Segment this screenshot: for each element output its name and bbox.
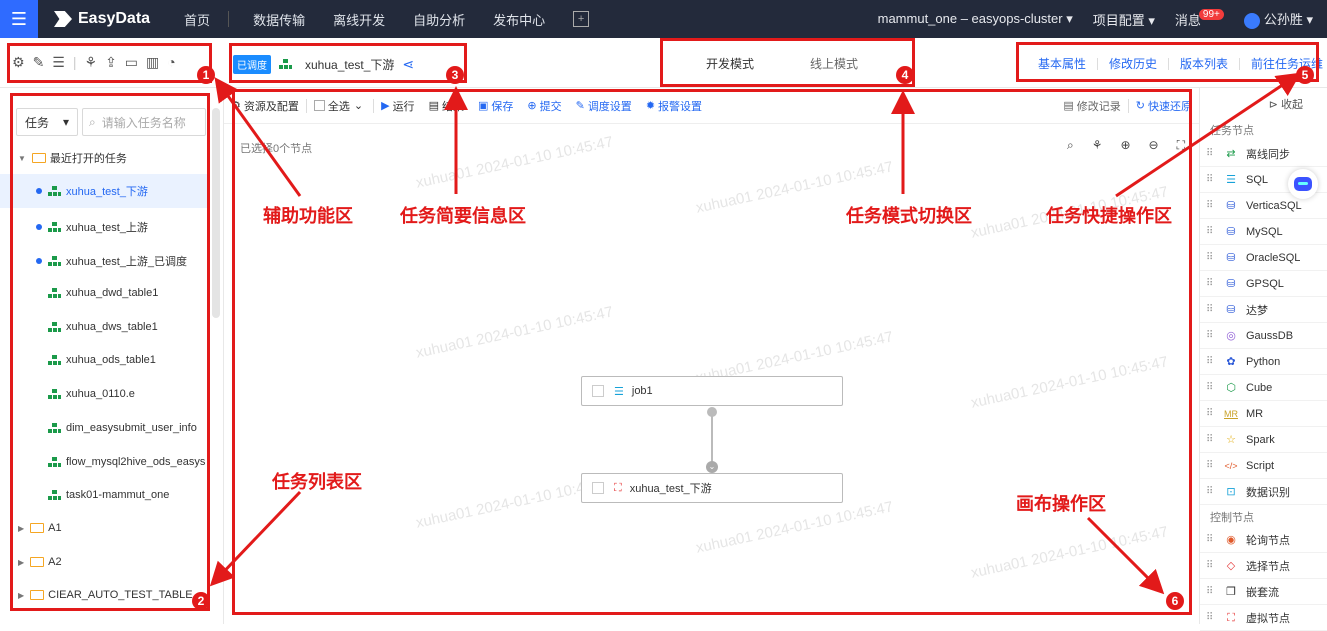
avatar bbox=[1243, 12, 1260, 29]
data-identify-icon: ⊡ bbox=[1226, 485, 1236, 498]
node-palette: ⊳ 收起 任务节点 ⠿ ⇄ 离线同步 ⠿ ☰ SQL ⠿ ⛁ VerticaSQL ⠿ ⛁ My… bbox=[1199, 88, 1327, 631]
annotation-label-aux: 辅助功能区 bbox=[263, 206, 353, 226]
sync-icon: ⇄ bbox=[1226, 147, 1236, 160]
annotation-label-list: 任务列表区 bbox=[272, 472, 362, 492]
palette-item[interactable]: ⠿ ⬡ Cube bbox=[1200, 375, 1327, 401]
nav-items: 首页 数据传输 离线开发 自助分析 发布中心 + bbox=[170, 10, 590, 29]
palette-item[interactable]: ⠿ ⛶ 虚拟节点 bbox=[1200, 605, 1327, 631]
annotation-box-4 bbox=[660, 38, 915, 87]
palette-item[interactable]: ⠿ ❐ 嵌套流 bbox=[1200, 579, 1327, 605]
nav-right: mammut_one – easyops-cluster ▾ 项目配置 ▾ 消息… bbox=[878, 0, 1313, 38]
annotation-number-5: 5 bbox=[1296, 66, 1314, 84]
cluster-selector[interactable]: mammut_one – easyops-cluster ▾ bbox=[878, 11, 1073, 27]
nav-self-analysis[interactable]: 自助分析 bbox=[399, 10, 479, 29]
choice-icon: ◇ bbox=[1226, 559, 1236, 572]
message-count-badge: 99+ bbox=[1198, 8, 1224, 20]
top-navigation-bar: ☰ EasyData 首页 数据传输 离线开发 自助分析 发布中心 + mamm… bbox=[0, 0, 1327, 38]
messages-menu[interactable]: 消息 99+ bbox=[1175, 8, 1224, 29]
palette-item[interactable]: ⠿ ◇ 选择节点 bbox=[1200, 553, 1327, 579]
palette-item[interactable]: ⠿ ◉ 轮询节点 bbox=[1200, 527, 1327, 553]
palette-item[interactable]: ⠿ ⛁ MySQL bbox=[1200, 219, 1327, 245]
logo[interactable]: EasyData bbox=[54, 10, 150, 28]
nav-home[interactable]: 首页 bbox=[170, 10, 224, 29]
palette-item[interactable]: ⠿ ⇄ 离线同步 bbox=[1200, 141, 1327, 167]
annotation-label-info: 任务简要信息区 bbox=[400, 206, 526, 226]
cube-icon: ⬡ bbox=[1226, 381, 1236, 394]
nav-data-transfer[interactable]: 数据传输 bbox=[239, 10, 319, 29]
script-icon: </> bbox=[1224, 460, 1238, 471]
task-nodes-title: 任务节点 bbox=[1210, 125, 1254, 137]
annotation-label-canvas: 画布操作区 bbox=[1016, 494, 1106, 514]
polling-icon: ◉ bbox=[1226, 533, 1236, 546]
collapse-button[interactable]: ⊳ 收起 bbox=[1269, 96, 1303, 112]
scrollbar[interactable] bbox=[212, 108, 220, 318]
nav-offline-dev[interactable]: 离线开发 bbox=[319, 10, 399, 29]
virtual-node-icon: ⛶ bbox=[1227, 611, 1235, 624]
annotation-label-quick: 任务快捷操作区 bbox=[1046, 206, 1172, 226]
gaussdb-icon: ◎ bbox=[1226, 329, 1236, 342]
logo-mark-icon bbox=[54, 11, 72, 27]
annotation-number-2: 2 bbox=[192, 592, 210, 610]
user-menu[interactable]: 公孙胜 ▾ bbox=[1243, 9, 1313, 29]
add-tab-icon[interactable]: + bbox=[573, 11, 590, 27]
palette-item[interactable]: ⠿ ◎ GaussDB bbox=[1200, 323, 1327, 349]
palette-item[interactable]: ⠿ </> Script bbox=[1200, 453, 1327, 479]
palette-item[interactable]: ⠿ ⊡ 数据识别 bbox=[1200, 479, 1327, 505]
palette-item[interactable]: ⠿ ⛁ 达梦 bbox=[1200, 297, 1327, 323]
annotation-box-3 bbox=[229, 43, 467, 83]
annotation-box-1 bbox=[7, 43, 212, 83]
annotation-number-3: 3 bbox=[446, 66, 464, 84]
assistant-robot-icon[interactable] bbox=[1288, 169, 1318, 199]
database-icon: ⛁ bbox=[1226, 277, 1236, 290]
nested-flow-icon: ❐ bbox=[1226, 585, 1236, 598]
sql-icon: ☰ bbox=[1226, 173, 1236, 186]
mr-icon: MR bbox=[1224, 408, 1238, 419]
annotation-number-4: 4 bbox=[896, 66, 914, 84]
spark-icon: ☆ bbox=[1226, 433, 1236, 446]
nav-publish[interactable]: 发布中心 bbox=[479, 10, 559, 29]
database-icon: ⛁ bbox=[1226, 303, 1236, 316]
menu-icon[interactable]: ☰ bbox=[0, 0, 38, 38]
annotation-number-6: 6 bbox=[1166, 592, 1184, 610]
python-icon: ✿ bbox=[1226, 355, 1236, 368]
annotation-label-mode: 任务模式切换区 bbox=[846, 206, 972, 226]
project-config-menu[interactable]: 项目配置 ▾ bbox=[1093, 10, 1155, 29]
palette-item[interactable]: ⠿ ☆ Spark bbox=[1200, 427, 1327, 453]
palette-item[interactable]: ⠿ ⛁ OracleSQL bbox=[1200, 245, 1327, 271]
palette-item[interactable]: ⠿ MR MR bbox=[1200, 401, 1327, 427]
database-icon: ⛁ bbox=[1226, 251, 1236, 264]
annotation-box-2 bbox=[10, 93, 210, 611]
annotation-number-1: 1 bbox=[197, 66, 215, 84]
control-nodes-title: 控制节点 bbox=[1210, 512, 1254, 524]
annotation-box-6 bbox=[232, 89, 1192, 615]
database-icon: ⛁ bbox=[1226, 199, 1236, 212]
palette-item[interactable]: ⠿ ⛁ GPSQL bbox=[1200, 271, 1327, 297]
palette-item[interactable]: ⠿ ✿ Python bbox=[1200, 349, 1327, 375]
database-icon: ⛁ bbox=[1226, 225, 1236, 238]
annotation-box-5 bbox=[1016, 42, 1319, 82]
